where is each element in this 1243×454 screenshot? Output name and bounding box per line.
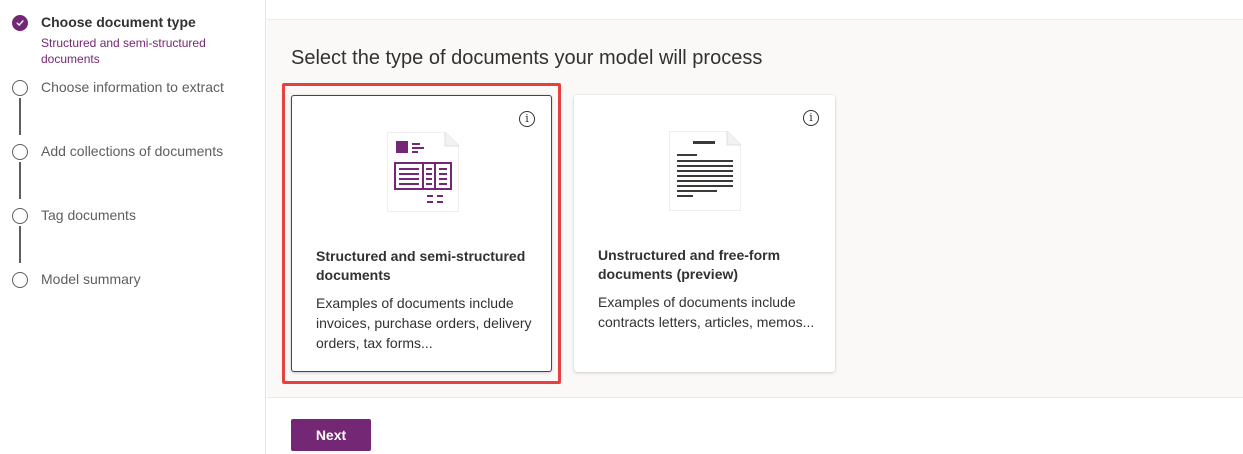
step-circle-icon: [12, 208, 28, 224]
main-content: Select the type of documents your model …: [267, 20, 1243, 397]
step-label: Model summary: [41, 271, 141, 287]
unstructured-document-icon: [669, 131, 741, 211]
step-circle-icon: [12, 80, 28, 96]
step-label: Tag documents: [41, 207, 136, 223]
card-title: Unstructured and free-form documents (pr…: [598, 247, 781, 282]
step-sublabel: Structured and semi-structured documents: [41, 36, 206, 66]
step-connector: [19, 162, 21, 199]
card-structured-documents[interactable]: i Structured and semi-structured documen…: [291, 95, 552, 372]
step-label: Choose document type: [41, 14, 196, 30]
page-title: Select the type of documents your model …: [291, 47, 763, 69]
check-icon: [12, 15, 28, 31]
step-label: Choose information to extract: [41, 79, 224, 95]
info-icon[interactable]: i: [519, 111, 535, 127]
wizard-stepper: Choose document type Structured and semi…: [0, 0, 266, 454]
footer-bar: Next: [267, 397, 1243, 454]
step-connector: [19, 98, 21, 135]
top-bar: [267, 0, 1243, 20]
structured-document-icon: [387, 132, 459, 212]
card-description: Examples of documents include contracts …: [598, 294, 815, 330]
next-button[interactable]: Next: [291, 419, 371, 451]
card-description: Examples of documents include invoices, …: [316, 295, 532, 351]
step-circle-icon: [12, 272, 28, 288]
step-circle-icon: [12, 144, 28, 160]
step-label: Add collections of documents: [41, 143, 224, 159]
step-connector: [19, 226, 21, 263]
card-title: Structured and semi-structured documents: [316, 248, 526, 283]
card-unstructured-documents[interactable]: i Unstructured and free-form documents (…: [574, 95, 835, 372]
info-icon[interactable]: i: [803, 110, 819, 126]
